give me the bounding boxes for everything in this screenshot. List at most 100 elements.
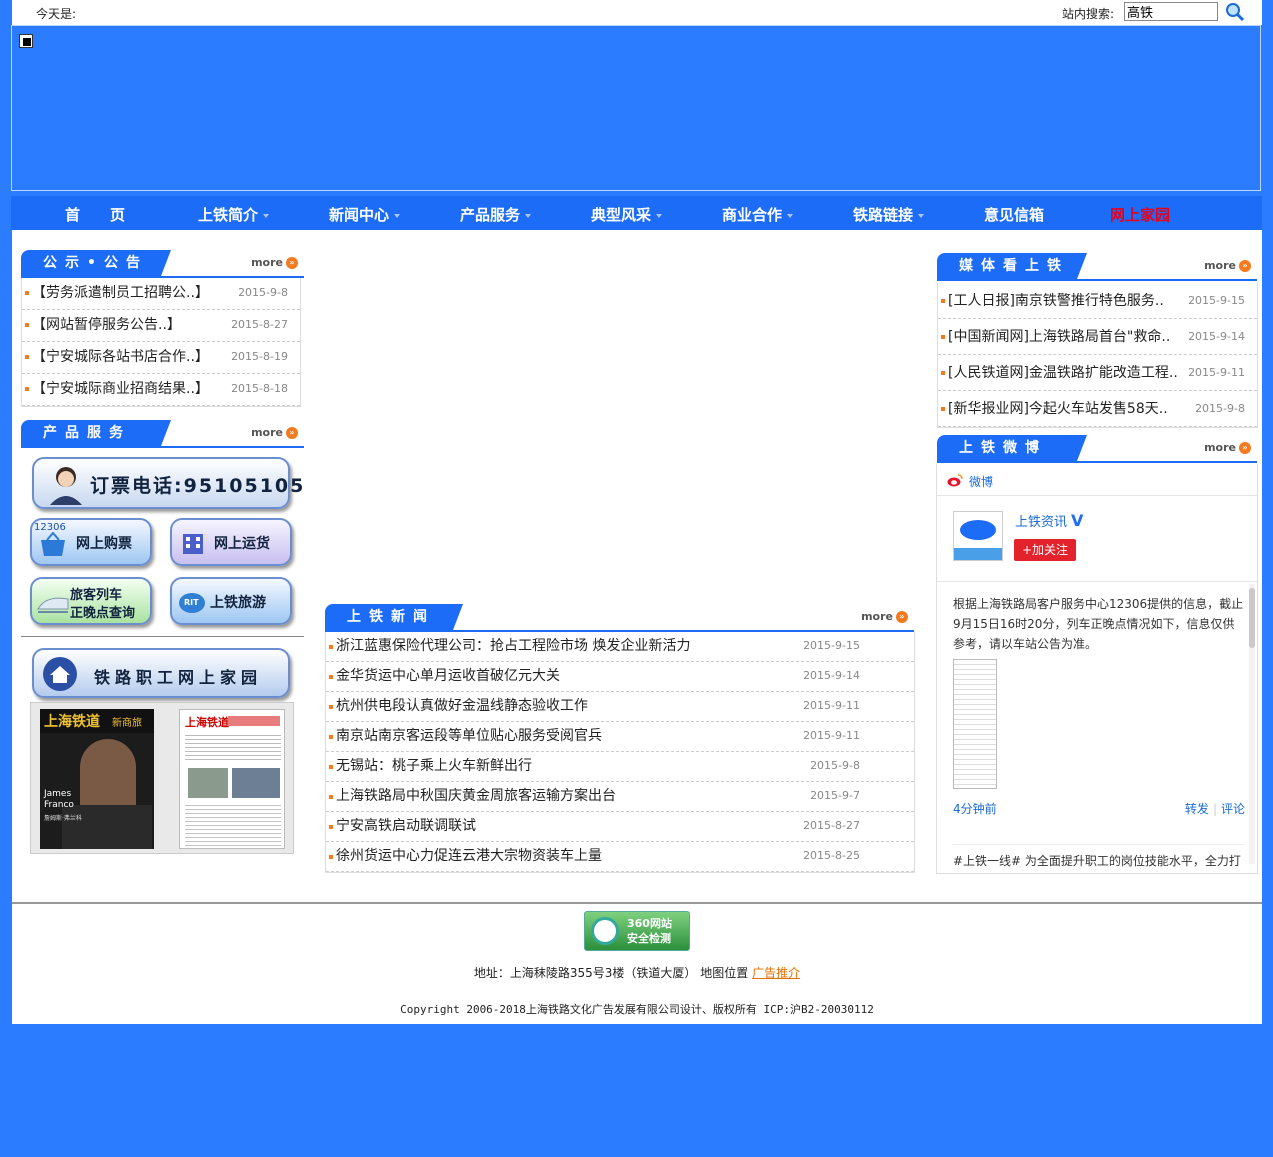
nav-showcase[interactable]: 典型风采 (591, 204, 663, 225)
ad-link[interactable]: 广告推介 (752, 966, 800, 980)
list-item[interactable]: 无锡站：桃子乘上火车新鲜出行 2015-9-8 (326, 752, 914, 782)
list-item[interactable]: [工人日报]南京铁警推行特色服务.. 2015-9-15 (938, 283, 1257, 319)
list-item[interactable]: 徐州货运中心力促连云港大宗物资装车上量 2015-8-25 (326, 842, 914, 872)
nav-home-online[interactable]: 网上家园 (1110, 204, 1170, 225)
nav-business[interactable]: 商业合作 (722, 204, 794, 225)
forward-link[interactable]: 转发 (1185, 802, 1209, 816)
list-item[interactable]: 宁安高铁启动联调联试 2015-8-27 (326, 812, 914, 842)
caret-down-icon (263, 213, 270, 218)
arrow-right-icon: » (1239, 442, 1251, 454)
list-item[interactable]: 杭州供电段认真做好金温线静态验收工作 2015-9-11 (326, 692, 914, 722)
top-bar: 今天是: 站内搜索: (12, 0, 1262, 25)
bullet-icon (941, 407, 945, 411)
operator-icon (50, 467, 82, 505)
online-ticket-button[interactable]: 12306 网上购票 (30, 518, 152, 566)
arrow-right-icon: » (1239, 260, 1251, 272)
avatar[interactable] (953, 511, 1003, 561)
arrow-right-icon: » (286, 427, 298, 439)
weibo-logo-icon (947, 474, 963, 487)
bullet-icon (25, 291, 29, 295)
newspaper-photo (232, 768, 280, 798)
today-label: 今天是: (36, 7, 77, 21)
nav-news[interactable]: 新闻中心 (329, 204, 401, 225)
bullet-icon (329, 675, 333, 679)
caret-down-icon (918, 213, 925, 218)
divider (21, 636, 304, 637)
list-item[interactable]: [新华报业网]今起火车站发售58天.. 2015-9-8 (938, 391, 1257, 427)
list-item[interactable]: [中国新闻网]上海铁路局首台"救命.. 2015-9-14 (938, 319, 1257, 355)
arrow-right-icon: » (286, 257, 298, 269)
caret-down-icon (394, 213, 401, 218)
nav-about[interactable]: 上铁简介 (198, 204, 270, 225)
list-item[interactable]: 【网站暂停服务公告..】 2015-8-27 (22, 310, 300, 342)
bullet-icon (941, 371, 945, 375)
building-icon (183, 534, 203, 554)
caret-down-icon (787, 213, 794, 218)
weibo-header: 上铁微博 more» (937, 435, 1257, 463)
shield-check-icon (591, 917, 619, 945)
products-more-link[interactable]: more» (251, 426, 298, 439)
nav-products[interactable]: 产品服务 (460, 204, 532, 225)
media-list: [工人日报]南京铁警推行特色服务.. 2015-9-15 [中国新闻网]上海铁路局… (937, 283, 1258, 428)
list-item[interactable]: 金华货运中心单月运收首破亿元大关 2015-9-14 (326, 662, 914, 692)
verified-icon: V (1071, 511, 1084, 530)
online-freight-button[interactable]: 网上运货 (170, 518, 292, 566)
notice-more-link[interactable]: more» (251, 256, 298, 269)
news-more-link[interactable]: more» (861, 610, 908, 623)
copyright: Copyright 2006-2018上海铁路文化广告发展有限公司设计、版权所有… (400, 1003, 874, 1016)
weibo-post-image[interactable] (953, 659, 997, 789)
media-title: 媒体看上铁 (937, 253, 1087, 279)
weibo-title: 上铁微博 (937, 435, 1087, 461)
newspaper-cover-right[interactable]: 上海铁道 (179, 709, 285, 849)
person-photo (80, 739, 136, 809)
list-item[interactable]: [人民铁道网]金温铁路扩能改造工程.. 2015-9-11 (938, 355, 1257, 391)
follow-button[interactable]: +加关注 (1014, 539, 1076, 561)
bullet-icon (329, 855, 333, 859)
products-header: 产品服务 more» (21, 420, 304, 448)
account-name[interactable]: 上铁资讯 V (1015, 511, 1083, 530)
nav-links[interactable]: 铁路链接 (853, 204, 925, 225)
basket-icon (41, 532, 65, 556)
bullet-icon (941, 299, 945, 303)
magazine-cover-left[interactable]: 上海铁道 新商旅 James Franco 詹姆斯·弗兰科 (40, 709, 154, 849)
list-item[interactable]: 上海铁路局中秋国庆黄金周旅客运输方案出台 2015-9-7 (326, 782, 914, 812)
comment-link[interactable]: 评论 (1221, 802, 1245, 816)
train-delay-query-button[interactable]: 旅客列车 正晚点查询 (30, 577, 152, 625)
ticket-phone-button[interactable]: 订票电话:95105105 (32, 457, 303, 509)
media-header: 媒体看上铁 more» (937, 253, 1257, 281)
notice-list: 【劳务派遣制员工招聘公..】 2015-9-8 【网站暂停服务公告..】 2015-… (21, 278, 301, 407)
list-item[interactable]: 浙江蓝惠保险代理公司：抢占工程险市场 焕发企业新活力 2015-9-15 (326, 632, 914, 662)
bullet-icon (25, 323, 29, 327)
train-icon (37, 597, 69, 613)
staff-home-button[interactable]: 铁路职工网上家园 (32, 648, 290, 698)
media-more-link[interactable]: more» (1204, 259, 1251, 272)
bullet-icon (329, 735, 333, 739)
scrollbar[interactable] (1249, 584, 1255, 864)
news-title: 上铁新闻 (325, 604, 463, 630)
post-time[interactable]: 4分钟前 (953, 802, 997, 816)
scrollbar-thumb[interactable] (1249, 588, 1255, 648)
list-item[interactable]: 南京站南京客运段等单位贴心服务受阅官兵 2015-9-11 (326, 722, 914, 752)
list-item[interactable]: 【劳务派遣制员工招聘公..】 2015-9-8 (22, 278, 300, 310)
bullet-icon (941, 335, 945, 339)
nav-feedback[interactable]: 意见信箱 (984, 204, 1044, 225)
plugin-placeholder-icon (19, 34, 33, 48)
railway-travel-button[interactable]: RIT 上铁旅游 (170, 577, 292, 625)
security-badge[interactable]: 360网站 安全检测 (584, 911, 690, 951)
caret-down-icon (656, 213, 663, 218)
news-header: 上铁新闻 more» (325, 604, 914, 632)
weibo-more-link[interactable]: more» (1204, 441, 1251, 454)
magazine-panel: 上海铁道 新商旅 James Franco 詹姆斯·弗兰科 上海铁道 (30, 702, 294, 854)
bullet-icon (329, 645, 333, 649)
list-item[interactable]: 【宁安城际各站书店合作..】 2015-8-19 (22, 342, 300, 374)
weibo-brand[interactable]: 微博 (969, 473, 993, 490)
notice-title: 公示•公告 (21, 250, 171, 276)
list-item[interactable]: 【宁安城际商业招商结果..】 2015-8-18 (22, 374, 300, 406)
arrow-right-icon: » (896, 611, 908, 623)
nav-home[interactable]: 首 页 (65, 204, 125, 225)
bullet-icon (25, 355, 29, 359)
caret-down-icon (525, 213, 532, 218)
search-input[interactable] (1124, 2, 1218, 21)
main-nav: 首 页 上铁简介 新闻中心 产品服务 典型风采 商业合作 铁路链接 意见信箱 网… (11, 196, 1262, 230)
search-icon[interactable] (1224, 1, 1246, 23)
